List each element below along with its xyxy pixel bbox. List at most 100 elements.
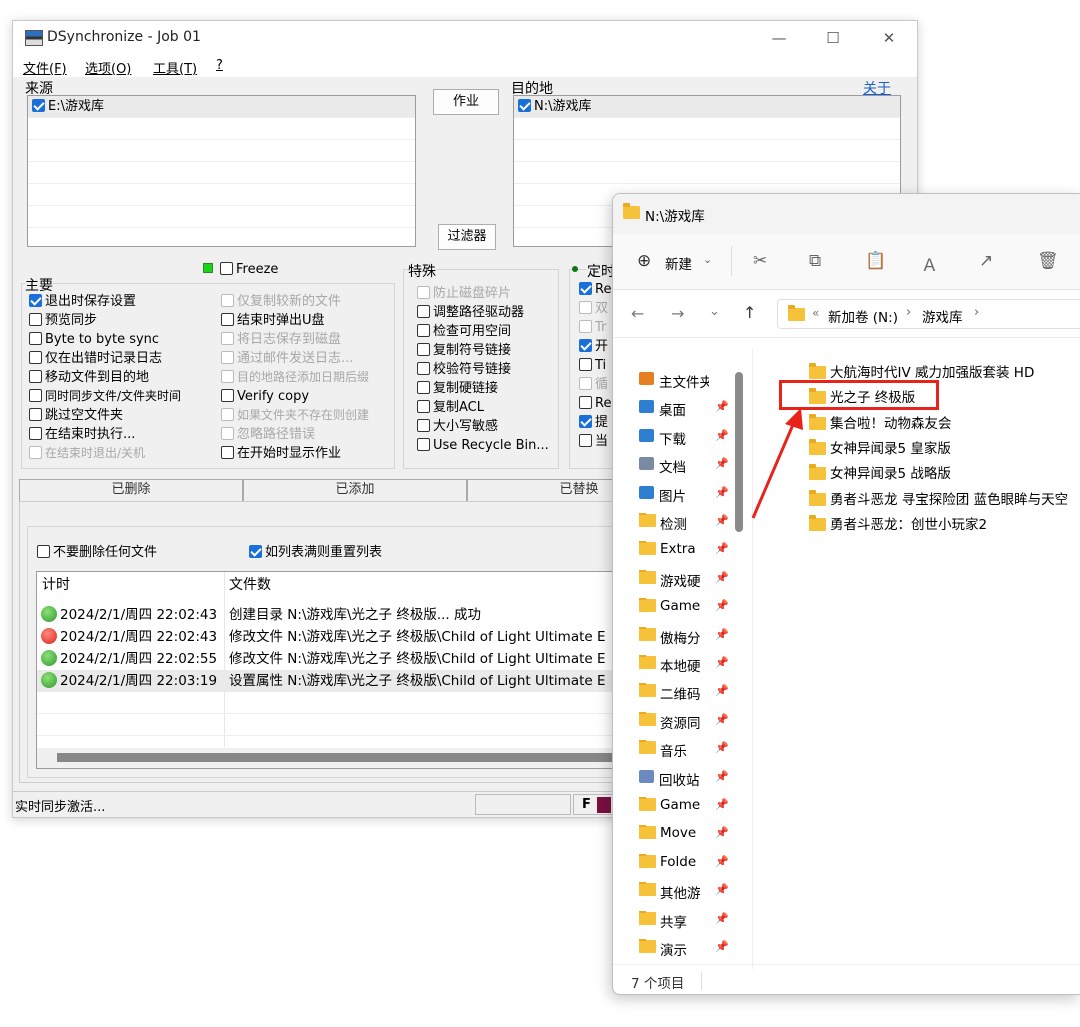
job-button[interactable]: 作业 [433, 89, 499, 115]
freeze-checkbox[interactable]: Freeze [220, 261, 278, 278]
checkbox[interactable] [417, 324, 430, 337]
filter-button[interactable]: 过滤器 [438, 224, 496, 250]
option-checkbox[interactable]: 在结束时执行... [29, 426, 135, 443]
checkbox[interactable] [579, 434, 592, 447]
log-row[interactable]: 2024/2/1/周四 22:02:43 修改文件 N:\游戏库\光之子 终极版\… [37, 626, 655, 648]
menu-options[interactable]: 选项(O) [85, 58, 131, 77]
menu-tools[interactable]: 工具(T) [153, 58, 197, 77]
option-checkbox[interactable]: Ti [579, 357, 606, 374]
reset-list-checkbox[interactable]: 如列表满则重置列表 [249, 544, 382, 561]
sidebar-item[interactable]: 共享 📌 [639, 910, 751, 931]
checkbox[interactable] [29, 408, 42, 421]
log-row[interactable]: 2024/2/1/周四 22:02:43 创建目录 N:\游戏库\光之子 终极版.… [37, 604, 655, 626]
checkbox[interactable] [32, 99, 45, 112]
option-checkbox[interactable]: 移动文件到目的地 [29, 369, 149, 386]
breadcrumb-folder[interactable]: 游戏库 [922, 306, 963, 326]
no-delete-checkbox[interactable]: 不要删除任何文件 [37, 544, 157, 561]
sidebar-item[interactable]: 游戏硬 📌 [639, 569, 751, 590]
checkbox[interactable] [417, 381, 430, 394]
tab-added[interactable]: 已添加 [243, 479, 467, 501]
plus-icon[interactable]: ⊕ [637, 251, 651, 271]
source-list[interactable]: E:\游戏库 [27, 95, 416, 247]
checkbox[interactable] [221, 313, 234, 326]
scrollbar-thumb[interactable] [57, 753, 617, 762]
sidebar-item[interactable]: Extra 📌 [639, 541, 751, 557]
option-checkbox[interactable]: 同时同步文件/文件夹时间 [29, 388, 181, 405]
option-checkbox[interactable]: 预览同步 [29, 312, 97, 329]
checkbox[interactable] [417, 419, 430, 432]
sidebar-item[interactable]: 二维码 📌 [639, 683, 751, 703]
sidebar-item[interactable]: Folde 📌 [639, 853, 751, 870]
checkbox[interactable] [417, 438, 430, 451]
checkbox[interactable] [579, 339, 592, 352]
option-checkbox[interactable]: 校验符号链接 [417, 361, 511, 378]
checkbox[interactable] [29, 370, 42, 383]
forward-icon[interactable]: → [671, 304, 684, 323]
breadcrumb-overflow[interactable]: « [812, 306, 819, 320]
option-checkbox[interactable]: 仅在出错时记录日志 [29, 350, 162, 367]
option-checkbox[interactable]: Verify copy [221, 388, 309, 405]
sidebar-item[interactable]: Game 📌 [639, 797, 751, 813]
sidebar-item[interactable]: 本地硬 📌 [639, 655, 751, 675]
checkbox[interactable] [579, 358, 592, 371]
sidebar-item[interactable]: Move 📌 [639, 825, 751, 841]
option-checkbox[interactable]: 跳过空文件夹 [29, 407, 123, 424]
checkbox[interactable] [29, 351, 42, 364]
sidebar-item[interactable]: 傲梅分 📌 [639, 626, 751, 647]
checkbox[interactable] [579, 415, 592, 428]
log-header-files[interactable]: 文件数 [229, 574, 271, 594]
folder-item[interactable]: 集合啦！动物森友会 [809, 412, 952, 432]
option-checkbox[interactable]: 检查可用空间 [417, 323, 511, 340]
option-checkbox[interactable]: 调整路径驱动器 [417, 304, 524, 321]
option-checkbox[interactable]: 开 [579, 338, 608, 355]
checkbox[interactable] [29, 313, 42, 326]
paste-icon[interactable]: 📋 [865, 251, 886, 271]
checkbox[interactable] [417, 305, 430, 318]
checkbox[interactable] [221, 389, 234, 402]
delete-icon[interactable]: 🗑 [1037, 251, 1059, 271]
log-header-time[interactable]: 计时 [42, 574, 70, 594]
checkbox[interactable] [29, 332, 42, 345]
option-checkbox[interactable]: 复制ACL [417, 399, 484, 416]
chevron-down-icon[interactable]: ⌄ [709, 304, 720, 319]
new-button[interactable]: 新建 [665, 253, 692, 273]
sidebar-item[interactable]: 其他游 📌 [639, 882, 751, 902]
folder-item[interactable]: 勇者斗恶龙：创世小玩家2 [809, 513, 987, 533]
folder-item[interactable]: 女神异闻录5 皇家版 [809, 437, 951, 457]
sidebar-item[interactable]: 演示 📌 [639, 939, 751, 959]
title-bar[interactable]: DSynchronize - Job 01 — ☐ ✕ [13, 21, 917, 55]
maximize-icon[interactable]: ☐ [813, 25, 853, 51]
checkbox[interactable] [579, 282, 592, 295]
option-checkbox[interactable]: 复制符号链接 [417, 342, 511, 359]
explorer-title-bar[interactable]: N:\游戏库 [613, 194, 1080, 234]
option-checkbox[interactable]: Re [579, 281, 611, 298]
checkbox[interactable] [417, 362, 430, 375]
checkbox[interactable] [518, 99, 531, 112]
sidebar-item[interactable]: 音乐 📌 [639, 740, 751, 760]
option-checkbox[interactable]: Use Recycle Bin... [417, 437, 549, 454]
option-checkbox[interactable]: 当 [579, 433, 608, 450]
close-icon[interactable]: ✕ [869, 25, 909, 51]
checkbox[interactable] [417, 400, 430, 413]
breadcrumb-drive[interactable]: 新加卷 (N:) [828, 306, 898, 326]
option-checkbox[interactable]: 在开始时显示作业 [221, 445, 341, 462]
option-checkbox[interactable]: 退出时保存设置 [29, 293, 136, 310]
folder-item[interactable]: 女神异闻录5 战略版 [809, 462, 951, 482]
log-row[interactable]: 2024/2/1/周四 22:02:55 修改文件 N:\游戏库\光之子 终极版\… [37, 648, 655, 670]
checkbox[interactable] [29, 389, 42, 402]
up-icon[interactable]: ↑ [743, 303, 756, 322]
chevron-down-icon[interactable]: ⌄ [703, 253, 712, 266]
rename-icon[interactable]: Ａ [921, 251, 938, 276]
option-checkbox[interactable]: 大小写敏感 [417, 418, 498, 435]
minimize-icon[interactable]: — [759, 25, 799, 51]
log-list[interactable]: 计时 文件数 2024/2/1/周四 22:02:43 创建目录 N:\游戏库\光… [36, 571, 656, 769]
option-checkbox[interactable]: Re [579, 395, 611, 412]
tab-deleted[interactable]: 已删除 [19, 479, 243, 501]
sidebar-item[interactable]: Game 📌 [639, 598, 751, 614]
option-checkbox[interactable]: 复制硬链接 [417, 380, 498, 397]
copy-icon[interactable]: ⧉ [809, 251, 821, 271]
back-icon[interactable]: ← [631, 304, 644, 323]
log-row[interactable]: 2024/2/1/周四 22:03:19 设置属性 N:\游戏库\光之子 终极版\… [37, 670, 655, 692]
folder-item[interactable]: 大航海时代IV 威力加强版套装 HD [809, 361, 1034, 381]
option-checkbox[interactable]: 提 [579, 414, 608, 431]
